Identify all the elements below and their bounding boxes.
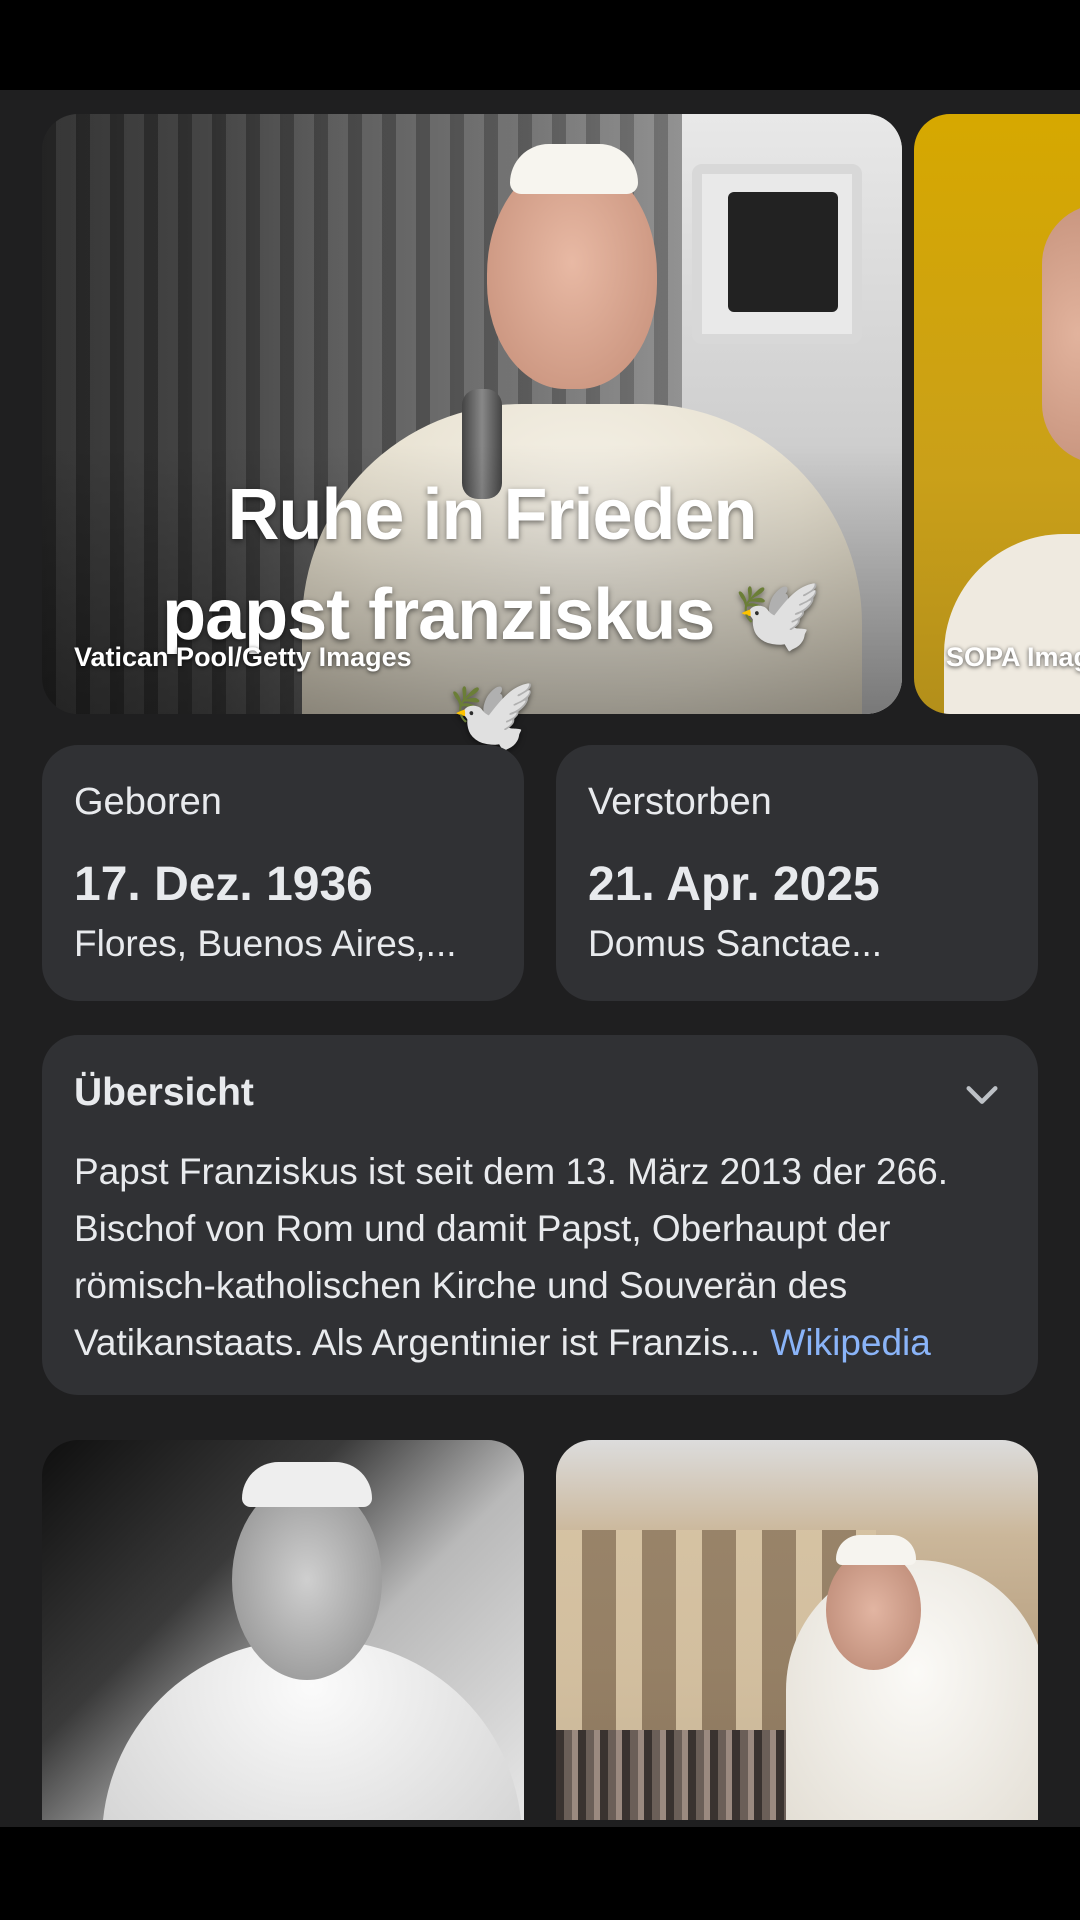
died-date: 21. Apr. 2025 [588,858,880,911]
status-bar [0,0,1080,90]
hero2-face [1042,204,1080,464]
chevron-down-icon[interactable] [962,1075,1002,1115]
born-place: Flores, Buenos Aires,... [74,923,457,964]
navigation-bar [0,1827,1080,1920]
born-date: 17. Dez. 1936 [74,858,373,911]
hero2-robe [944,534,1080,714]
thumb2-head [826,1550,921,1670]
overview-title: Übersicht [74,1071,254,1114]
hero2-credit: SOPA Imag [946,642,1080,672]
image-thumbnail[interactable] [42,1440,524,1820]
hero-credit: Vatican Pool/Getty Images [74,642,412,672]
died-label: Verstorben [588,781,772,823]
thumb2-cap [836,1535,916,1565]
hero-title: Ruhe in Frieden papst franziskus 🕊️🕊️ [162,475,823,755]
wikipedia-link[interactable]: Wikipedia [770,1322,930,1363]
born-card[interactable]: Geboren 17. Dez. 1936 Flores, Buenos Air… [42,745,524,1001]
thumb1-head [232,1480,382,1680]
born-label: Geboren [74,781,222,823]
died-place: Domus Sanctae... [588,923,883,964]
overview-text: Papst Franziskus ist seit dem 13. März 2… [74,1143,1014,1371]
thumb1-cap [242,1462,372,1507]
knowledge-panel: Ruhe in Frieden papst franziskus 🕊️🕊️ Va… [0,90,1080,1827]
hero-image-second[interactable] [914,114,1080,714]
image-thumbnail[interactable] [556,1440,1038,1820]
overview-card[interactable]: Übersicht Papst Franziskus ist seit dem … [42,1035,1038,1395]
died-card[interactable]: Verstorben 21. Apr. 2025 Domus Sanctae..… [556,745,1038,1001]
